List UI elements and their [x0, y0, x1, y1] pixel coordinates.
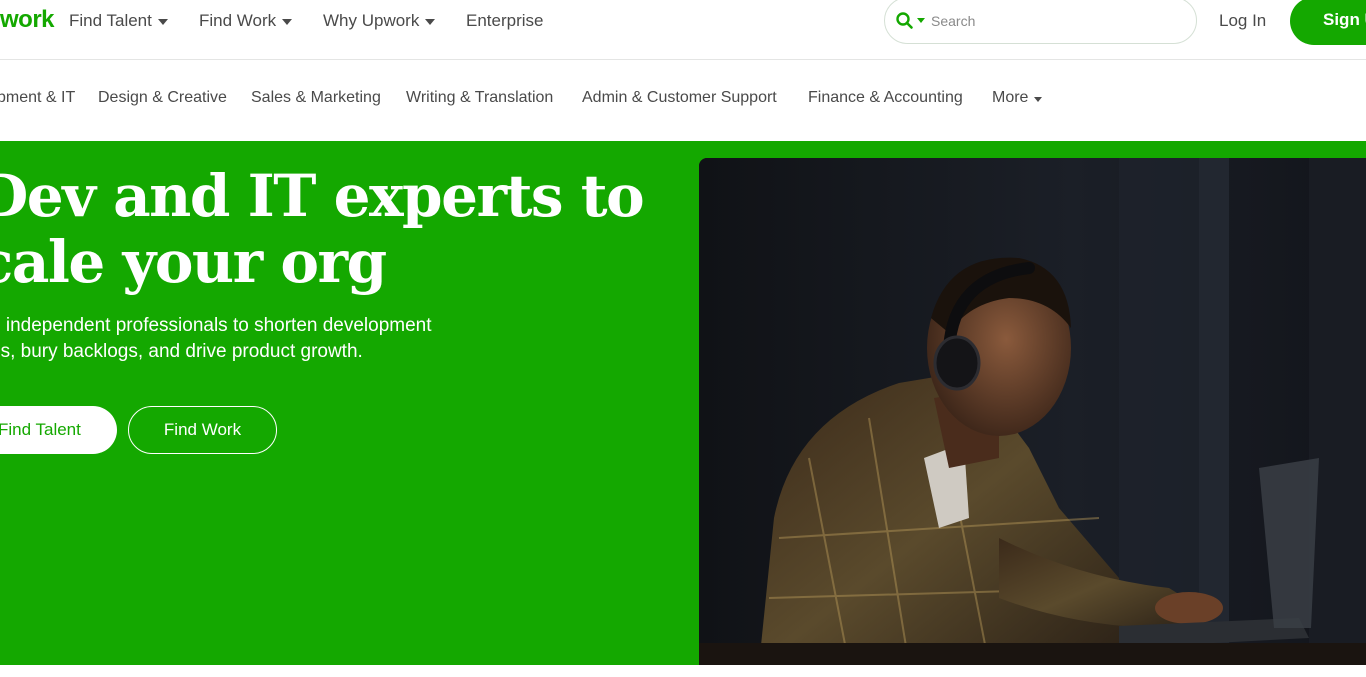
category-more-label: More — [992, 89, 1029, 106]
chevron-down-icon — [157, 19, 168, 25]
nav-enterprise[interactable]: Enterprise — [466, 11, 543, 31]
chevron-down-icon — [282, 19, 293, 25]
upwork-logo[interactable]: work — [0, 6, 55, 34]
hero-section: Dev and IT experts to cale your org e in… — [0, 141, 1366, 665]
nav-find-work[interactable]: Find Work — [199, 11, 293, 31]
hero-subtext-line2: es, bury backlogs, and drive product gro… — [0, 341, 363, 362]
search-type-dropdown-icon[interactable] — [917, 18, 925, 23]
category-more[interactable]: More — [992, 89, 1043, 107]
search-icon[interactable] — [895, 11, 915, 31]
search-bar[interactable] — [884, 0, 1197, 44]
nav-enterprise-label: Enterprise — [466, 11, 544, 30]
hero-headline-line1: Dev and IT experts to — [0, 162, 645, 230]
category-writing-translation[interactable]: Writing & Translation — [406, 89, 553, 107]
hero-photo — [699, 158, 1366, 665]
category-design-creative[interactable]: Design & Creative — [98, 89, 227, 107]
chevron-down-icon — [1034, 96, 1043, 102]
nav-find-talent[interactable]: Find Talent — [69, 11, 168, 31]
category-bar: pment & IT Design & Creative Sales & Mar… — [0, 61, 1366, 141]
hero-headline: Dev and IT experts to cale your org — [0, 162, 645, 296]
nav-why-upwork[interactable]: Why Upwork — [323, 11, 436, 31]
hero-subtext-line1: e independent professionals to shorten d… — [0, 315, 432, 336]
category-sales-marketing[interactable]: Sales & Marketing — [251, 89, 381, 107]
login-link[interactable]: Log In — [1219, 11, 1266, 31]
category-development-it[interactable]: pment & IT — [0, 89, 75, 107]
hero-subtext: e independent professionals to shorten d… — [0, 313, 510, 365]
top-navigation: work Find Talent Find Work Why Upwork En… — [0, 0, 1366, 60]
find-talent-button[interactable]: Find Talent — [0, 406, 117, 454]
category-finance-accounting[interactable]: Finance & Accounting — [808, 89, 963, 107]
nav-find-talent-label: Find Talent — [69, 11, 152, 30]
developer-with-headphones-image — [699, 158, 1366, 665]
nav-find-work-label: Find Work — [199, 11, 277, 30]
find-work-button[interactable]: Find Work — [128, 406, 277, 454]
signup-button[interactable]: Sign Up — [1290, 0, 1366, 45]
search-input[interactable] — [931, 12, 1171, 29]
chevron-down-icon — [425, 19, 436, 25]
category-admin-customer-support[interactable]: Admin & Customer Support — [582, 89, 777, 107]
nav-why-upwork-label: Why Upwork — [323, 11, 420, 30]
hero-headline-line2: cale your org — [0, 228, 387, 296]
